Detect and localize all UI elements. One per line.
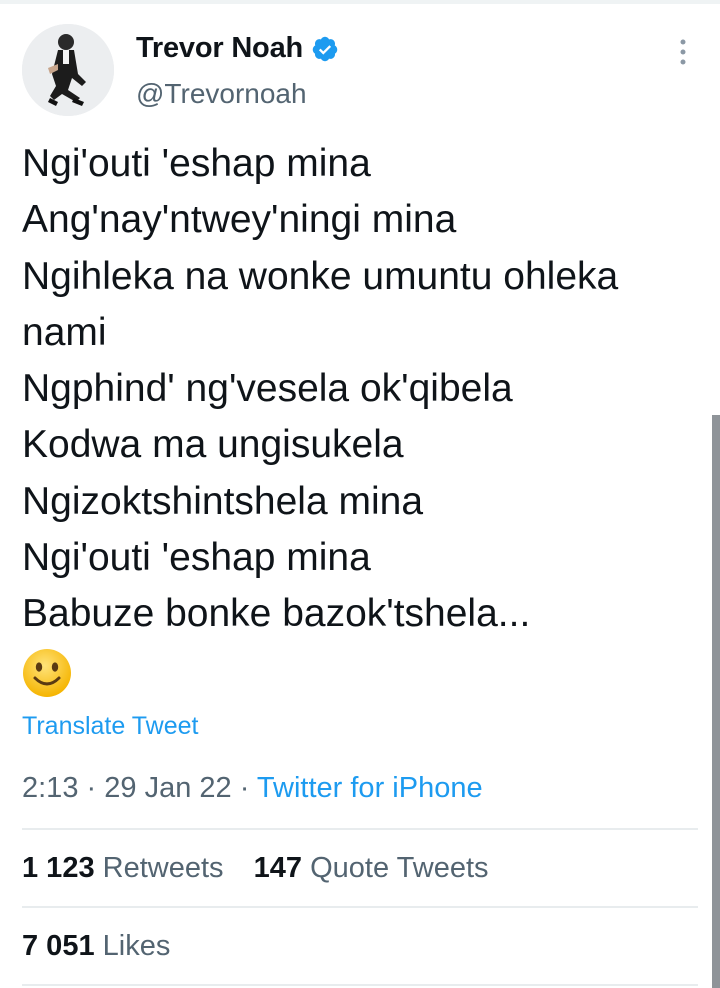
tweet-line: Ngizoktshintshela mina — [22, 479, 424, 523]
quote-tweets-label: Quote Tweets — [310, 852, 489, 884]
top-divider — [0, 0, 720, 4]
tweet-meta: 2:13 · 29 Jan 22 · Twitter for iPhone — [22, 772, 483, 805]
avatar[interactable] — [22, 24, 114, 116]
likes-stat[interactable]: 7 051 Likes — [22, 930, 170, 962]
author-handle[interactable]: @Trevornoah — [136, 78, 307, 110]
author-name[interactable]: Trevor Noah — [136, 32, 303, 65]
tweet-line: nami — [22, 310, 107, 354]
tweet-line: Babuze bonke bazok'tshela... — [22, 592, 531, 636]
tweet-text: Ngi'outi 'eshap mina Ang'nay'ntwey'ningi… — [22, 136, 702, 643]
quote-tweets-stat[interactable]: 147 Quote Tweets — [254, 852, 489, 884]
slightly-smiling-face-emoji-icon — [22, 648, 72, 698]
meta-separator: · — [86, 772, 97, 804]
tweet-date[interactable]: 29 Jan 22 — [104, 772, 231, 804]
tweet-line: Ngi'outi 'eshap mina — [22, 142, 371, 185]
quote-tweets-count: 147 — [253, 852, 303, 884]
meta-separator: · — [239, 772, 250, 804]
scrollbar[interactable] — [712, 415, 720, 988]
tweet-time[interactable]: 2:13 — [22, 772, 78, 804]
more-vertical-icon[interactable] — [678, 38, 688, 66]
translate-tweet-link[interactable]: Translate Tweet — [22, 712, 198, 741]
tweet-header: Trevor Noah @Trevornoah — [22, 24, 698, 116]
verified-badge-icon — [311, 35, 339, 63]
tweet-line: Kodwa ma ungisukela — [22, 423, 404, 467]
divider — [22, 828, 698, 830]
tweet-line: Ngphind' ng'vesela ok'qibela — [22, 367, 513, 411]
retweets-count: 1 123 — [22, 852, 95, 884]
tweet-source-link[interactable]: Twitter for iPhone — [257, 772, 483, 804]
divider — [22, 984, 698, 986]
tweet-line: Ang'nay'ntwey'ningi mina — [22, 198, 457, 242]
tweet-line: Ngi'outi 'eshap mina — [22, 536, 371, 580]
divider — [22, 906, 698, 908]
likes-count: 7 051 — [22, 930, 95, 962]
tweet-line: Ngihleka na wonke umuntu ohleka — [22, 254, 619, 298]
retweets-stat[interactable]: 1 123 Retweets — [22, 852, 224, 884]
avatar-photo — [22, 24, 114, 116]
retweets-label: Retweets — [102, 852, 224, 884]
engagement-row: 1 123 Retweets 147 Quote Tweets — [22, 852, 489, 885]
likes-row: 7 051 Likes — [22, 930, 170, 963]
likes-label: Likes — [102, 930, 171, 962]
